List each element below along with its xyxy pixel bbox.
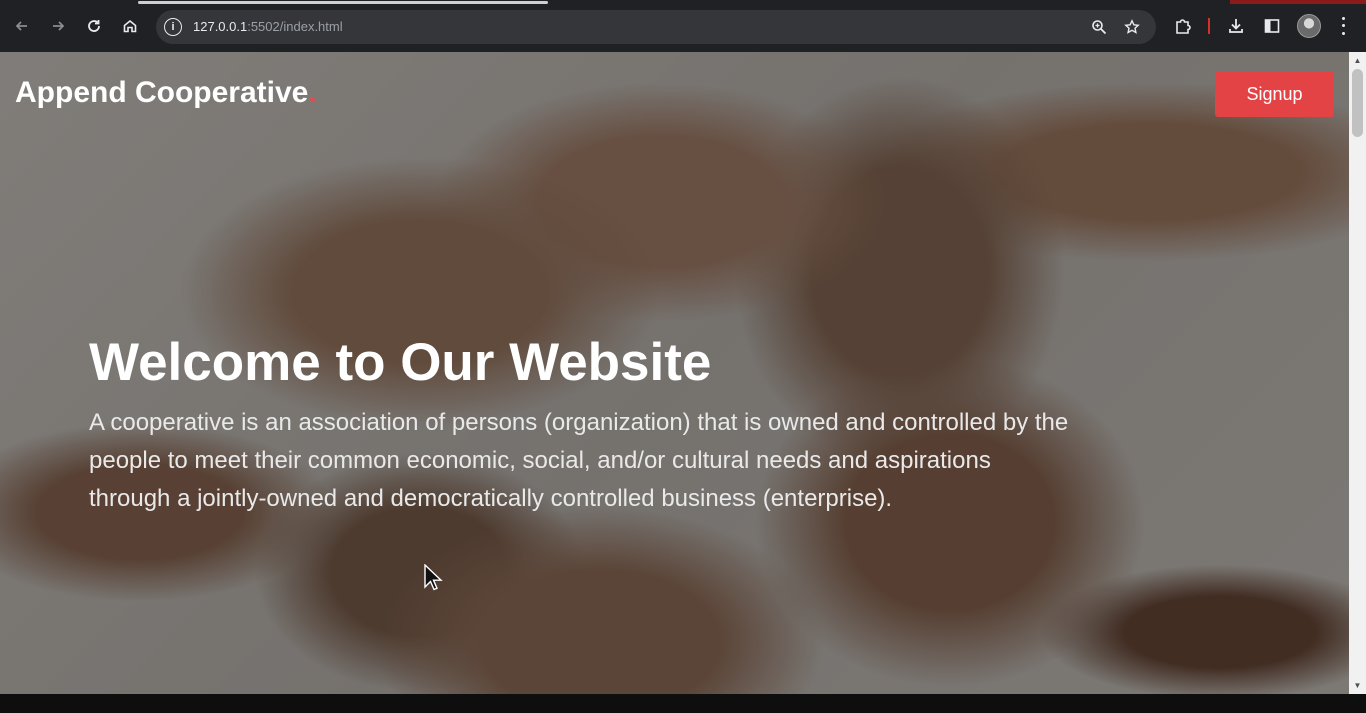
taskbar-strip xyxy=(0,694,1366,713)
puzzle-icon[interactable] xyxy=(1172,15,1194,37)
browser-toolbar: i 127.0.0.1:5502/index.html xyxy=(0,0,1366,52)
tab-strip-accent xyxy=(1230,0,1366,4)
url-text[interactable]: 127.0.0.1:5502/index.html xyxy=(193,19,343,34)
url-host: 127.0.0.1 xyxy=(193,19,248,34)
scroll-thumb[interactable] xyxy=(1352,69,1363,137)
hero-title: Welcome to Our Website xyxy=(89,333,712,392)
download-icon[interactable] xyxy=(1225,15,1247,37)
tab-loading-bar xyxy=(138,1,548,4)
home-icon[interactable] xyxy=(118,14,142,38)
star-icon[interactable] xyxy=(1123,18,1141,36)
page-scrollbar[interactable]: ▲ ▼ xyxy=(1349,52,1366,694)
address-bar[interactable]: i 127.0.0.1:5502/index.html xyxy=(156,10,1156,44)
kebab-menu-icon[interactable] xyxy=(1336,15,1350,37)
avatar[interactable] xyxy=(1297,14,1321,38)
reload-icon[interactable] xyxy=(82,14,106,38)
scroll-up-arrow-icon[interactable]: ▲ xyxy=(1349,53,1366,67)
scroll-down-arrow-icon[interactable]: ▼ xyxy=(1349,678,1366,692)
side-panel-icon[interactable] xyxy=(1261,15,1283,37)
page-viewport: Append Cooperative. Signup Welcome to Ou… xyxy=(0,52,1349,694)
info-icon[interactable]: i xyxy=(164,18,182,36)
url-path: :5502/index.html xyxy=(247,19,343,34)
zoom-icon[interactable] xyxy=(1090,18,1108,36)
forward-arrow-icon[interactable] xyxy=(46,14,70,38)
brand-name: Append Cooperative xyxy=(15,76,309,109)
toolbar-divider xyxy=(1208,18,1210,34)
back-arrow-icon[interactable] xyxy=(10,14,34,38)
brand-dot: . xyxy=(308,76,317,109)
site-logo[interactable]: Append Cooperative. xyxy=(15,76,317,110)
hero-description: A cooperative is an association of perso… xyxy=(89,409,1069,512)
signup-button[interactable]: Signup xyxy=(1215,71,1334,117)
